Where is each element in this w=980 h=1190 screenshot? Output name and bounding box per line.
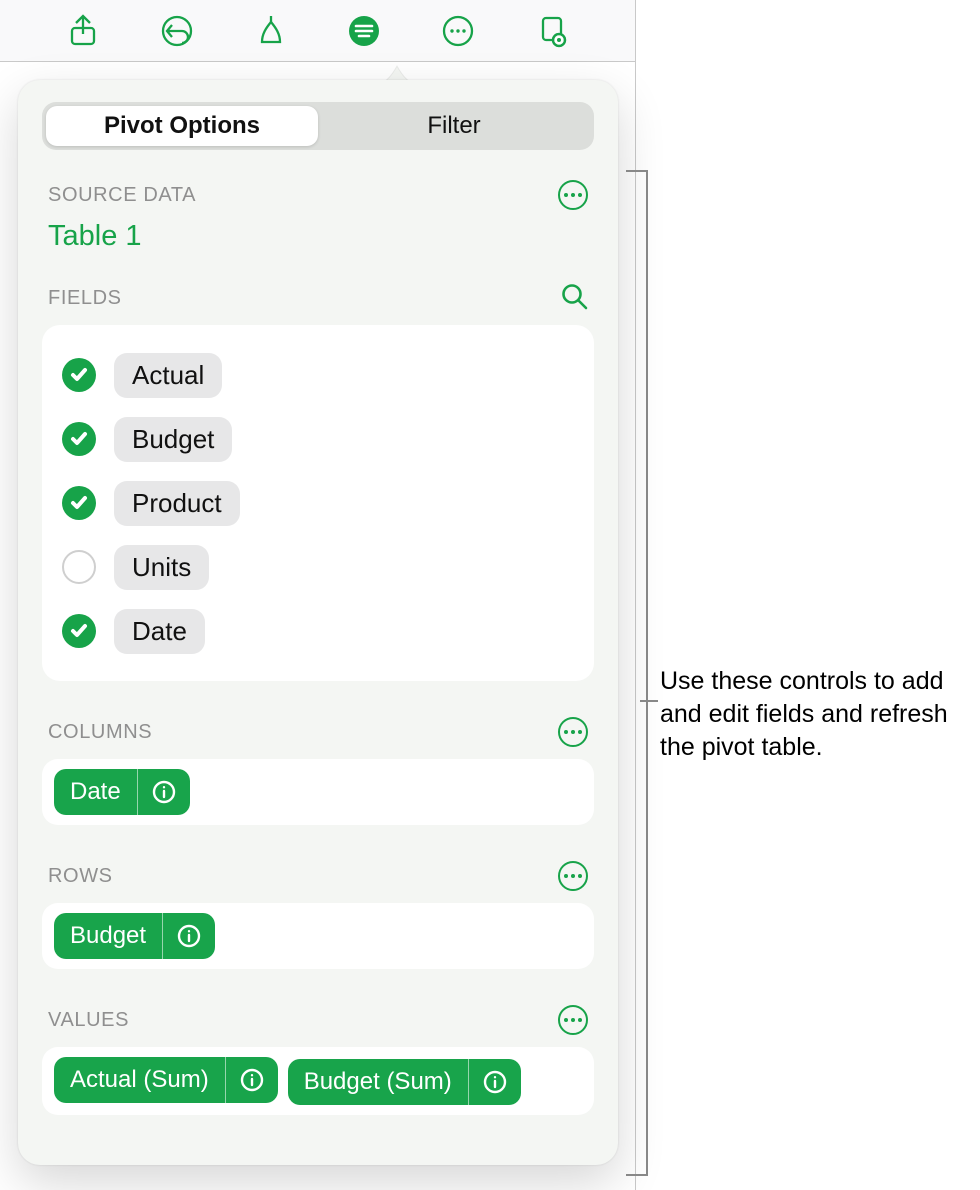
chip-label: Actual (Sum) [54, 1057, 225, 1103]
tab-filter[interactable]: Filter [318, 106, 590, 146]
values-title: VALUES [48, 1009, 129, 1032]
segmented-control: Pivot Options Filter [42, 102, 594, 150]
smart-category-icon[interactable] [531, 10, 573, 52]
values-more-button[interactable] [558, 1005, 588, 1035]
callout-bracket [628, 170, 648, 1176]
field-pill[interactable]: Product [114, 481, 240, 526]
callout-tick [640, 700, 658, 702]
fields-header: FIELDS [18, 281, 618, 315]
row-chip-budget[interactable]: Budget [54, 913, 215, 959]
pivot-options-icon[interactable] [343, 10, 385, 52]
values-zone[interactable]: Actual (Sum) Budget (Sum) [42, 1047, 594, 1115]
more-icon[interactable] [437, 10, 479, 52]
fields-list: Actual Budget Product Units Date [42, 325, 594, 681]
chip-label: Date [54, 769, 137, 815]
chip-info-icon[interactable] [137, 769, 190, 815]
field-row-date[interactable]: Date [62, 599, 574, 663]
chip-info-icon[interactable] [162, 913, 215, 959]
field-check-date[interactable] [62, 614, 96, 648]
toolbar [0, 0, 635, 62]
field-row-units[interactable]: Units [62, 535, 574, 599]
popover-pointer [377, 62, 417, 82]
source-data-title: SOURCE DATA [48, 184, 196, 207]
source-data-table-name[interactable]: Table 1 [18, 212, 618, 253]
value-chip-budget-sum[interactable]: Budget (Sum) [288, 1059, 521, 1105]
columns-header: COLUMNS [18, 715, 618, 749]
pivot-options-popover: Pivot Options Filter SOURCE DATA Table 1… [18, 80, 618, 1165]
chip-info-icon[interactable] [468, 1059, 521, 1105]
columns-title: COLUMNS [48, 721, 152, 744]
value-chip-actual-sum[interactable]: Actual (Sum) [54, 1057, 278, 1103]
format-brush-icon[interactable] [250, 10, 292, 52]
field-check-budget[interactable] [62, 422, 96, 456]
search-icon[interactable] [560, 282, 588, 315]
field-row-actual[interactable]: Actual [62, 343, 574, 407]
columns-more-button[interactable] [558, 717, 588, 747]
source-data-more-button[interactable] [558, 180, 588, 210]
field-pill[interactable]: Budget [114, 417, 232, 462]
chip-info-icon[interactable] [225, 1057, 278, 1103]
field-check-product[interactable] [62, 486, 96, 520]
field-row-product[interactable]: Product [62, 471, 574, 535]
chip-label: Budget [54, 913, 162, 959]
field-check-actual[interactable] [62, 358, 96, 392]
undo-icon[interactable] [156, 10, 198, 52]
callout-text: Use these controls to add and edit field… [660, 665, 970, 764]
field-check-units[interactable] [62, 550, 96, 584]
share-icon[interactable] [62, 10, 104, 52]
field-pill[interactable]: Units [114, 545, 209, 590]
columns-zone[interactable]: Date [42, 759, 594, 825]
field-pill[interactable]: Date [114, 609, 205, 654]
rows-more-button[interactable] [558, 861, 588, 891]
rows-header: ROWS [18, 859, 618, 893]
values-header: VALUES [18, 1003, 618, 1037]
rows-title: ROWS [48, 865, 113, 888]
field-pill[interactable]: Actual [114, 353, 222, 398]
tab-pivot-options[interactable]: Pivot Options [46, 106, 318, 146]
column-chip-date[interactable]: Date [54, 769, 190, 815]
field-row-budget[interactable]: Budget [62, 407, 574, 471]
rows-zone[interactable]: Budget [42, 903, 594, 969]
fields-title: FIELDS [48, 287, 122, 310]
chip-label: Budget (Sum) [288, 1059, 468, 1105]
source-data-header: SOURCE DATA [18, 178, 618, 212]
